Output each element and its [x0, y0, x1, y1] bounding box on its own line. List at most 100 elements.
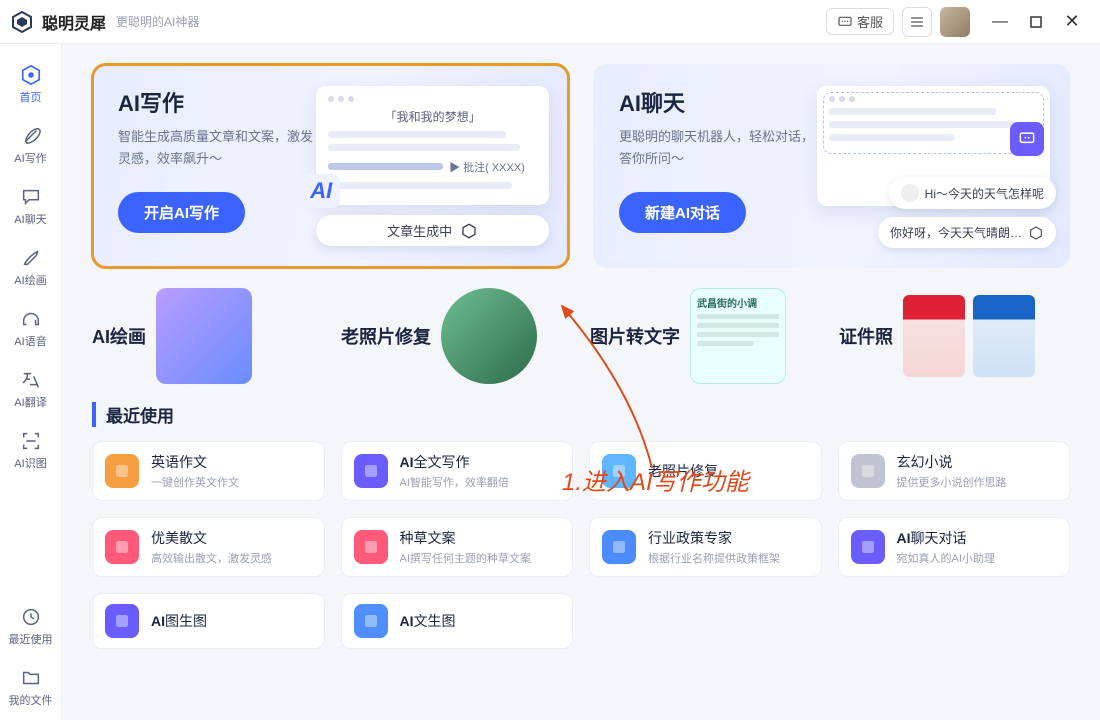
write-mock-window: 「我和我的梦想」 ▶ 批注( XXXX)	[316, 86, 549, 205]
hero-chat-title: AI聊天	[619, 86, 817, 118]
app-name: 聪明灵犀	[42, 10, 106, 34]
sidebar-item-label: 我的文件	[5, 692, 57, 708]
hero-card-write[interactable]: AI写作 智能生成高质量文章和文案，激发灵感，效率飙升～ 开启AI写作 AI 「…	[92, 64, 569, 268]
window-close-button[interactable]: ✕	[1060, 10, 1084, 34]
clock-icon	[20, 606, 42, 628]
sidebar-item-label: 最近使用	[5, 631, 57, 647]
recent-tile[interactable]: AI文生图	[341, 593, 574, 649]
sidebar-item-voice[interactable]: AI语音	[5, 300, 57, 355]
hexagon-icon	[1028, 225, 1044, 241]
home-icon	[20, 64, 42, 86]
subcard-title: 老照片修复	[341, 323, 431, 349]
tile-desc: 提供更多小说创作思路	[897, 474, 1007, 490]
support-label: 客服	[857, 12, 883, 31]
window-minimize-button[interactable]: —	[988, 10, 1012, 34]
hamburger-icon	[909, 14, 925, 30]
hero-write-desc: 智能生成高质量文章和文案，激发灵感，效率飙升～	[118, 126, 316, 170]
sidebar-item-files[interactable]: 我的文件	[5, 659, 57, 714]
tile-title: 优美散文	[151, 528, 272, 548]
folder-icon	[20, 667, 42, 689]
sidebar-item-label: AI识图	[5, 455, 57, 471]
app-logo-icon	[10, 10, 34, 34]
chat-bubble-icon	[20, 186, 42, 208]
sidebar-item-translate[interactable]: AI翻译	[5, 361, 57, 416]
translate-icon	[20, 369, 42, 391]
chat-app-icon	[1010, 122, 1044, 156]
recent-tile[interactable]: 种草文案AI撰写任何主题的种草文案	[341, 517, 574, 577]
generating-label: 文章生成中	[387, 221, 452, 240]
sidebar-item-write[interactable]: AI写作	[5, 117, 57, 172]
tile-desc: 一键创作英文作文	[151, 474, 239, 490]
generating-pill: 文章生成中	[316, 215, 549, 246]
tile-icon	[602, 530, 636, 564]
support-button[interactable]: 客服	[826, 8, 894, 35]
sidebar-item-paint[interactable]: AI绘画	[5, 239, 57, 294]
sidebar-item-label: 首页	[5, 89, 57, 105]
mock-doc-title: 「我和我的梦想」	[328, 108, 537, 125]
bubble-avatar-icon	[901, 184, 919, 202]
tile-desc: 宛如真人的AI小助理	[897, 550, 995, 566]
tile-icon	[354, 530, 388, 564]
sidebar-item-label: AI写作	[5, 150, 57, 166]
start-write-button[interactable]: 开启AI写作	[118, 192, 245, 233]
tile-desc: 高效输出散文，激发灵感	[151, 550, 272, 566]
brush-icon	[20, 247, 42, 269]
recent-tile[interactable]: AI图生图	[92, 593, 325, 649]
window-maximize-button[interactable]	[1024, 10, 1048, 34]
tile-title: 种草文案	[400, 528, 531, 548]
hero-write-title: AI写作	[118, 86, 316, 118]
headphone-icon	[20, 308, 42, 330]
sidebar-item-chat[interactable]: AI聊天	[5, 178, 57, 233]
sidebar-item-label: AI翻译	[5, 394, 57, 410]
restore-thumb	[441, 288, 537, 384]
scan-icon	[20, 430, 42, 452]
paint-thumb	[156, 288, 252, 384]
subcard-title: 证件照	[839, 323, 893, 349]
chat-bubble-1: Hi～今天的天气怎样呢	[889, 177, 1056, 209]
chat-icon	[837, 14, 853, 30]
new-chat-button[interactable]: 新建AI对话	[619, 192, 746, 233]
ai-badge: AI	[302, 174, 340, 208]
tile-icon	[354, 604, 388, 638]
sidebar-item-home[interactable]: 首页	[5, 56, 57, 111]
recent-tile[interactable]: 行业政策专家根据行业名称提供政策框架	[589, 517, 822, 577]
hero-card-chat[interactable]: AI聊天 更聪明的聊天机器人，轻松对话，答你所问～ 新建AI对话	[593, 64, 1070, 268]
sidebar-item-label: AI语音	[5, 333, 57, 349]
menu-button[interactable]	[902, 7, 932, 37]
sidebar-item-ocr[interactable]: AI识图	[5, 422, 57, 477]
subcard-title: AI绘画	[92, 323, 146, 349]
feather-icon	[20, 125, 42, 147]
tile-title: 英语作文	[151, 452, 239, 472]
tile-title: 行业政策专家	[648, 528, 780, 548]
doc-thumb-title: 武昌街的小调	[697, 295, 779, 310]
recent-tile[interactable]: 玄幻小说提供更多小说创作思路	[838, 441, 1071, 501]
tile-icon	[105, 454, 139, 488]
subcard-paint[interactable]: AI绘画	[92, 288, 323, 384]
sidebar-item-recent[interactable]: 最近使用	[5, 598, 57, 653]
recent-section-title: 最近使用	[92, 402, 1070, 427]
tile-title: AI全文写作	[400, 452, 509, 472]
tile-icon	[851, 454, 885, 488]
square-icon	[1030, 16, 1042, 28]
recent-tile[interactable]: AI聊天对话宛如真人的AI小助理	[838, 517, 1071, 577]
recent-tile[interactable]: 优美散文高效输出散文，激发灵感	[92, 517, 325, 577]
subcard-ocr[interactable]: 图片转文字 武昌街的小调	[590, 288, 821, 384]
tile-icon	[354, 454, 388, 488]
tile-icon	[105, 530, 139, 564]
sidebar: 首页 AI写作 AI聊天 AI绘画 AI语音 AI翻译 AI识图 最	[0, 44, 62, 720]
app-slogan: 更聪明的AI神器	[116, 13, 199, 30]
user-avatar[interactable]	[940, 7, 970, 37]
titlebar: 聪明灵犀 更聪明的AI神器 客服 — ✕	[0, 0, 1100, 44]
recent-tile[interactable]: AI全文写作 AI智能写作，效率翻倍	[341, 441, 574, 501]
annotation-text: 1.进入AI写作功能	[562, 462, 749, 497]
subcard-id[interactable]: 证件照	[839, 288, 1070, 384]
id-photo-red	[903, 295, 965, 377]
hero-chat-desc: 更聪明的聊天机器人，轻松对话，答你所问～	[619, 126, 817, 170]
sidebar-item-label: AI绘画	[5, 272, 57, 288]
recent-tile[interactable]: 英语作文一键创作英文作文	[92, 441, 325, 501]
tile-desc: AI智能写作，效率翻倍	[400, 474, 509, 490]
subcard-title: 图片转文字	[590, 323, 680, 349]
subcard-restore[interactable]: 老照片修复	[341, 288, 572, 384]
tile-title: 玄幻小说	[897, 452, 1007, 472]
main-content: AI写作 智能生成高质量文章和文案，激发灵感，效率飙升～ 开启AI写作 AI 「…	[62, 44, 1100, 720]
